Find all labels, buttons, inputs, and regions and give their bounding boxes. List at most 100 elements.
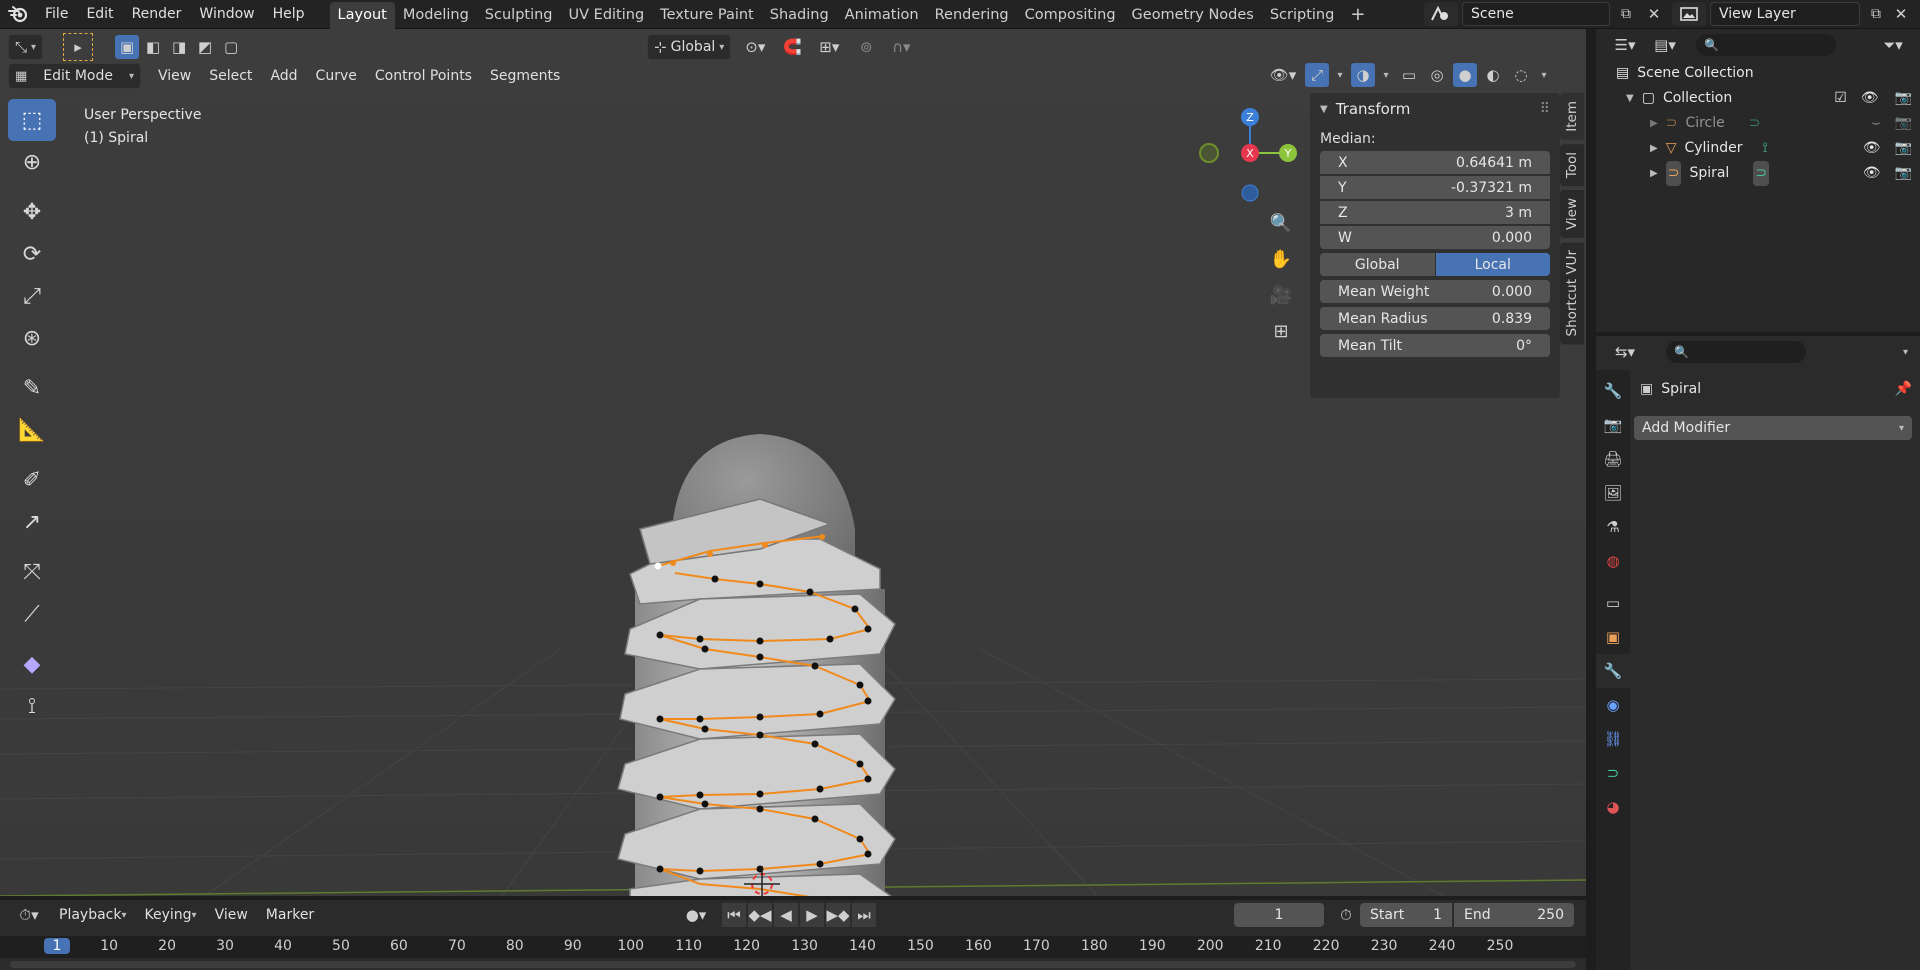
tilt-tool[interactable]: ⟋ xyxy=(8,593,56,635)
circle-render-icon[interactable]: 📷 xyxy=(1895,111,1912,136)
median-w-field[interactable]: W 0.000 xyxy=(1320,226,1550,249)
select-box-tool[interactable]: ⬚ xyxy=(8,99,56,141)
scale-tool[interactable]: ⤢ xyxy=(8,275,56,317)
tab-shading[interactable]: Shading xyxy=(762,2,837,29)
output-tab-icon[interactable]: 🖨 xyxy=(1596,442,1630,476)
tool-tab-icon[interactable]: 🔧 xyxy=(1596,374,1630,408)
select-tool-icon[interactable]: ▸ xyxy=(63,33,94,61)
scene-name-field[interactable]: Scene xyxy=(1462,2,1610,26)
annotate-tool[interactable]: ✎ xyxy=(8,367,56,409)
view-layer-name-field[interactable]: View Layer xyxy=(1710,2,1860,26)
measure-tool[interactable]: 📐 xyxy=(8,409,56,451)
collection-visibility-icon[interactable]: 👁 xyxy=(1861,86,1879,111)
timeline-menu-marker[interactable]: Marker xyxy=(257,903,323,927)
snap-icon[interactable]: 🧲 xyxy=(779,34,805,60)
blender-logo-icon[interactable] xyxy=(0,0,36,28)
menu-render[interactable]: Render xyxy=(123,2,191,26)
stopwatch-icon[interactable]: ⏱ xyxy=(1334,903,1358,927)
shading-dropdown-icon[interactable]: ▾ xyxy=(1537,63,1551,87)
scene-collection-row[interactable]: ▤ Scene Collection xyxy=(1616,61,1920,86)
timeline-menu-keying[interactable]: Keying ▾ xyxy=(136,903,206,927)
median-y-field[interactable]: Y -0.37321 m xyxy=(1320,176,1550,199)
expand-chevron-icon[interactable]: ▼ xyxy=(1626,86,1634,111)
move-tool[interactable]: ✥ xyxy=(8,191,56,233)
viewport-menu-add[interactable]: Add xyxy=(261,64,306,88)
ortho-grid-icon[interactable]: ⊞ xyxy=(1266,313,1296,349)
tab-scripting[interactable]: Scripting xyxy=(1262,2,1342,29)
tab-compositing[interactable]: Compositing xyxy=(1017,2,1124,29)
outliner-item-spiral[interactable]: ▶ ⊃ Spiral ⊃ 👁 📷 xyxy=(1616,161,1920,186)
timeline-menu-view[interactable]: View xyxy=(206,903,257,927)
rendered-shading-icon[interactable]: ◌ xyxy=(1509,63,1533,87)
collection-checkbox-icon[interactable]: ☑ xyxy=(1834,86,1847,111)
play-icon[interactable]: ▶ xyxy=(800,903,824,927)
tab-texture-paint[interactable]: Texture Paint xyxy=(652,2,762,29)
new-view-layer-icon[interactable]: ⧉ xyxy=(1864,2,1888,26)
delete-view-layer-icon[interactable]: ✕ xyxy=(1892,2,1910,26)
viewport-menu-curve[interactable]: Curve xyxy=(307,64,366,88)
outliner-search[interactable]: 🔍 xyxy=(1696,34,1836,56)
select-new-icon[interactable]: ▣ xyxy=(115,35,140,59)
display-mode-icon[interactable]: ▤▾ xyxy=(1648,36,1682,54)
3d-viewport[interactable]: ⤡ ▾ ▸ ▣ ◧ ◨ ◩ ▢ ⊹ Global ▾ ⊙▾ 🧲 ⊞▾ ⊚ ∩▾ ▦ Ed… xyxy=(0,29,1586,896)
tab-rendering[interactable]: Rendering xyxy=(927,2,1017,29)
data-tab-icon[interactable]: ⊃ xyxy=(1596,756,1630,790)
radius-tool[interactable]: ⤧ xyxy=(8,551,56,593)
global-button[interactable]: Global xyxy=(1320,253,1435,276)
view-layer-tab-icon[interactable]: 🖼 xyxy=(1596,476,1630,510)
tab-animation[interactable]: Animation xyxy=(837,2,927,29)
view-layer-icon[interactable] xyxy=(1672,2,1706,26)
neg-y-axis-icon[interactable] xyxy=(1199,143,1219,163)
add-cube-tool[interactable]: ◆ xyxy=(8,643,56,685)
tab-layout[interactable]: Layout xyxy=(329,1,395,29)
local-button[interactable]: Local xyxy=(1435,253,1550,276)
start-frame-field[interactable]: Start 1 xyxy=(1360,903,1452,927)
tab-modeling[interactable]: Modeling xyxy=(395,2,477,29)
editor-type-dropdown[interactable]: ⤡ ▾ xyxy=(8,34,44,60)
viewport-menu-segments[interactable]: Segments xyxy=(481,64,569,88)
world-tab-icon[interactable]: ◍ xyxy=(1596,544,1630,578)
select-extend-icon[interactable]: ◧ xyxy=(141,35,165,59)
snap-target-icon[interactable]: ⊞▾ xyxy=(809,34,849,60)
overlays-dropdown-icon[interactable]: ▾ xyxy=(1379,63,1393,87)
sidebar-tab-tool[interactable]: Tool xyxy=(1560,143,1584,186)
scene-icon[interactable] xyxy=(1424,2,1458,26)
properties-search[interactable]: 🔍 xyxy=(1666,341,1806,363)
cylinder-render-icon[interactable]: 📷 xyxy=(1895,136,1912,161)
end-frame-field[interactable]: End 250 xyxy=(1454,903,1574,927)
outliner-item-circle[interactable]: ▶ ⊃ Circle ⊃ ⌣ 📷 xyxy=(1616,111,1920,136)
menu-window[interactable]: Window xyxy=(190,2,263,26)
circle-hidden-icon[interactable]: ⌣ xyxy=(1871,111,1880,136)
drag-handle-icon[interactable]: ⠿ xyxy=(1540,101,1550,117)
spiral-visibility-icon[interactable]: 👁 xyxy=(1863,161,1881,186)
add-modifier-dropdown[interactable]: Add Modifier ▾ xyxy=(1634,416,1912,440)
prev-keyframe-icon[interactable]: ◆◀ xyxy=(748,903,772,927)
next-keyframe-icon[interactable]: ▶◆ xyxy=(826,903,850,927)
material-shading-icon[interactable]: ◐ xyxy=(1481,63,1505,87)
play-reverse-icon[interactable]: ◀ xyxy=(774,903,798,927)
collection-tab-icon[interactable]: ▭ xyxy=(1596,586,1630,620)
menu-help[interactable]: Help xyxy=(264,2,314,26)
mean-tilt-field[interactable]: Mean Tilt 0° xyxy=(1320,334,1550,357)
current-frame-field[interactable]: 1 xyxy=(1234,903,1324,927)
proportional-editing-icon[interactable]: ⊚ xyxy=(853,34,879,60)
extrude-tool[interactable]: ↗ xyxy=(8,501,56,543)
render-tab-icon[interactable]: 📷 xyxy=(1596,408,1630,442)
select-subtract-icon[interactable]: ◨ xyxy=(167,35,191,59)
neg-z-axis-icon[interactable] xyxy=(1241,184,1259,202)
tab-geometry-nodes[interactable]: Geometry Nodes xyxy=(1124,2,1262,29)
modifier-tab-icon[interactable]: 🔧 xyxy=(1596,654,1630,688)
jump-start-icon[interactable]: ⏮ xyxy=(722,903,746,927)
viewport-menu-select[interactable]: Select xyxy=(200,64,261,88)
zoom-icon[interactable]: 🔍 xyxy=(1266,205,1296,241)
visibility-icon[interactable]: 👁▾ xyxy=(1265,63,1301,87)
transform-panel-header[interactable]: ▼ Transform ⠿ xyxy=(1310,93,1560,125)
new-scene-icon[interactable]: ⧉ xyxy=(1614,2,1638,26)
median-x-field[interactable]: X 0.64641 m xyxy=(1320,151,1550,174)
collection-row[interactable]: ▼ ▢ Collection ☑ 👁 📷 xyxy=(1616,86,1920,111)
mean-radius-field[interactable]: Mean Radius 0.839 xyxy=(1320,307,1550,330)
wireframe-shading-icon[interactable]: ◎ xyxy=(1425,63,1449,87)
timeline-menu-playback[interactable]: Playback ▾ xyxy=(50,903,136,927)
pan-hand-icon[interactable]: ✋ xyxy=(1266,241,1296,277)
navigation-gizmo[interactable]: Z Y X xyxy=(1192,101,1302,211)
